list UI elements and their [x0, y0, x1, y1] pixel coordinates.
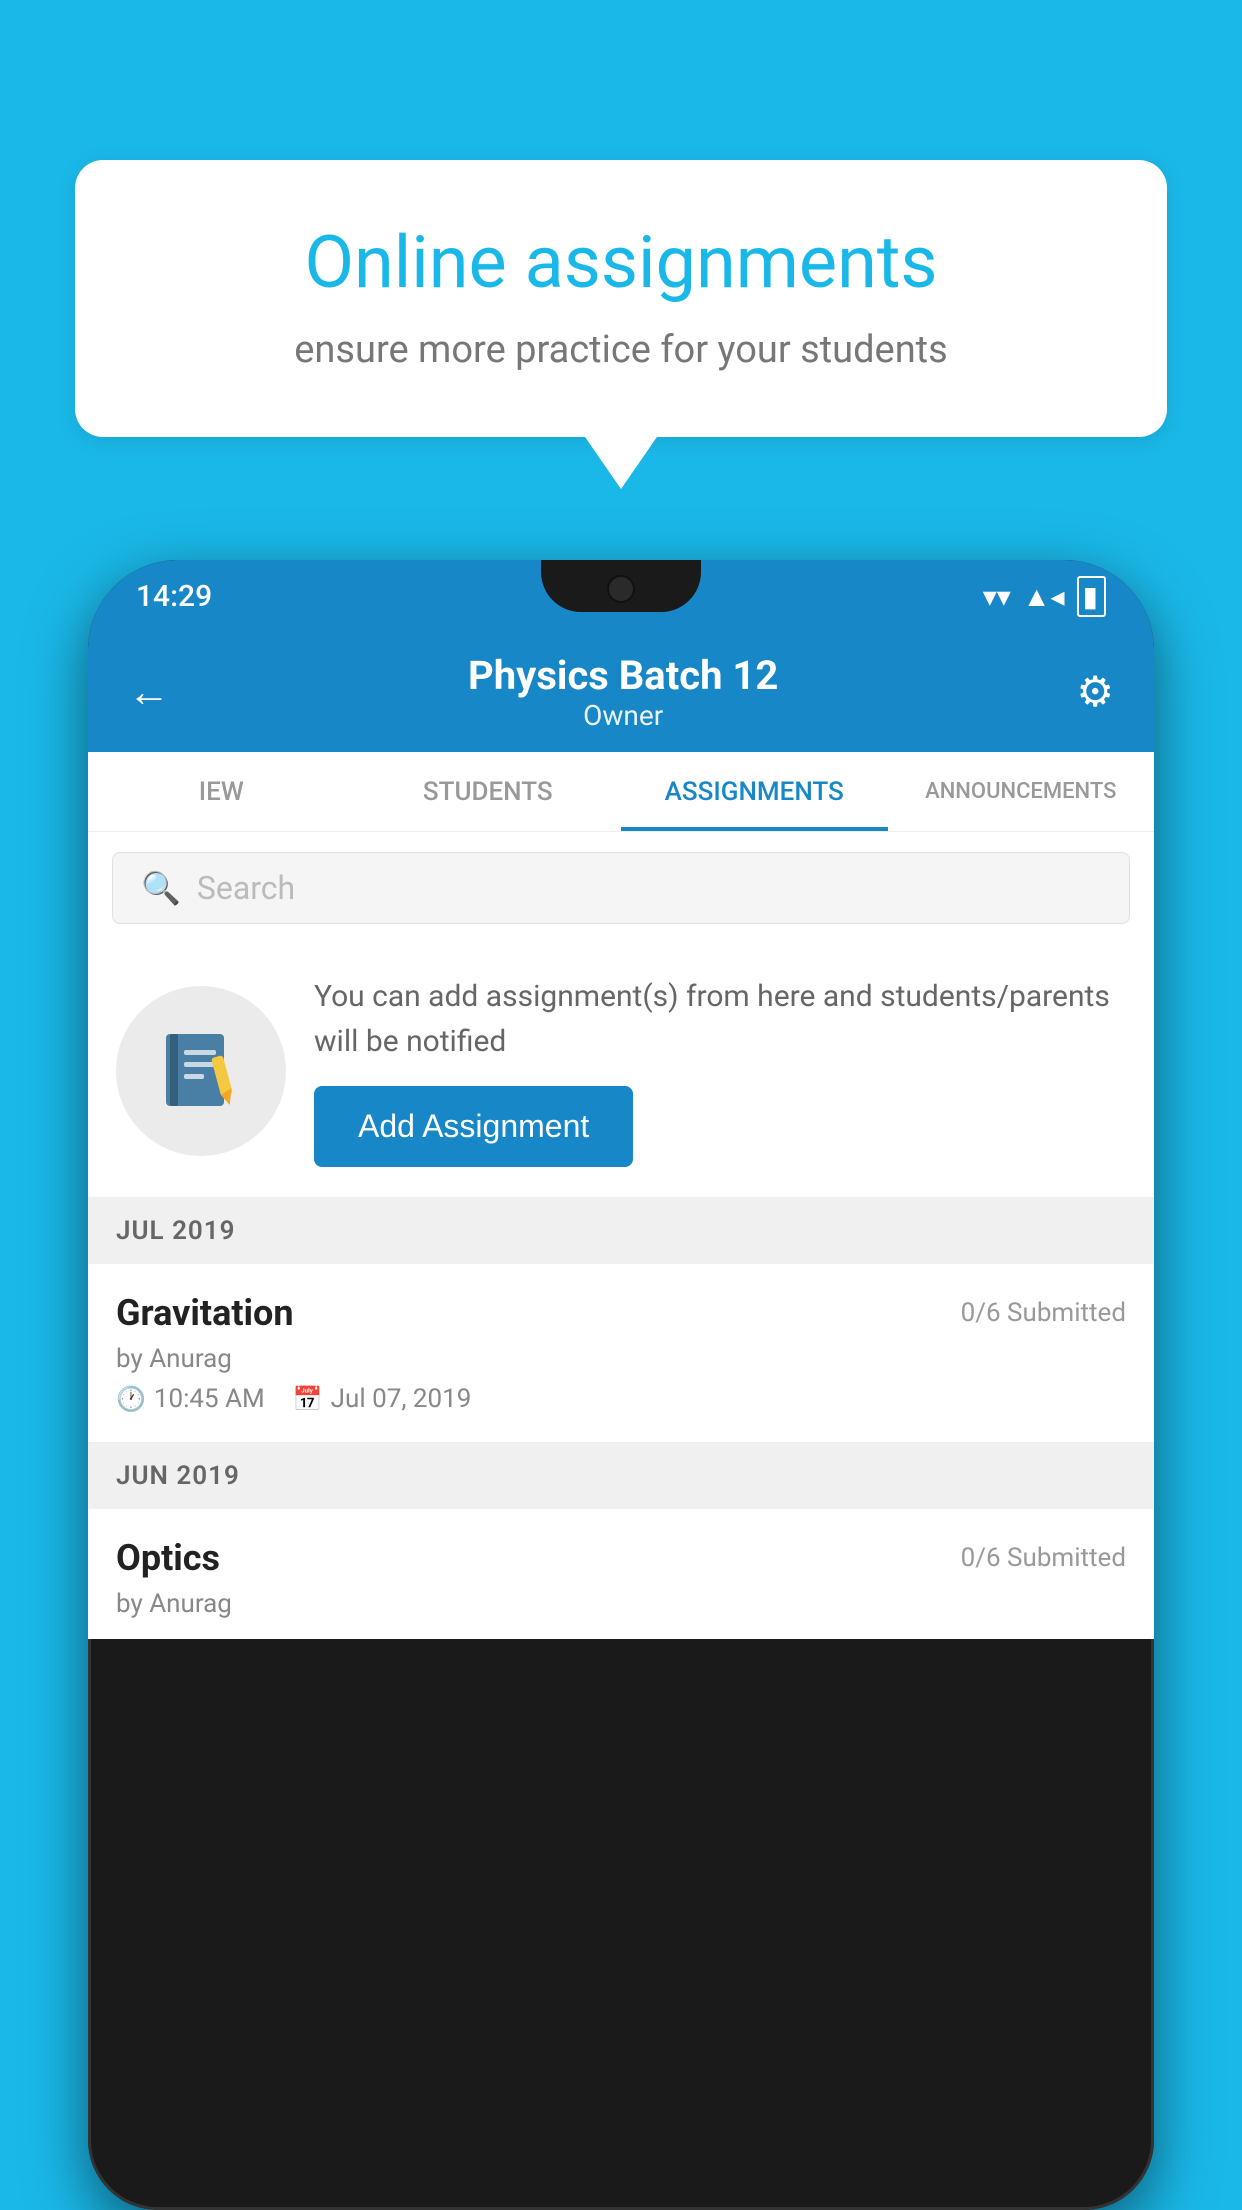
search-placeholder: Search — [197, 869, 295, 907]
tab-item-assignments[interactable]: ASSIGNMENTS — [621, 752, 888, 831]
assignment-date-value: Jul 07, 2019 — [331, 1384, 472, 1414]
notch-camera — [607, 575, 635, 603]
speech-bubble: Online assignments ensure more practice … — [75, 160, 1167, 437]
assignment-submitted-gravitation: 0/6 Submitted — [961, 1298, 1126, 1328]
tab-item-overview[interactable]: IEW — [88, 752, 355, 831]
app-header: ← Physics Batch 12 Owner ⚙ — [88, 632, 1154, 752]
speech-bubble-subtitle: ensure more practice for your students — [145, 328, 1097, 372]
search-bar[interactable]: 🔍 Search — [112, 852, 1130, 924]
assignment-meta-gravitation: 🕐 10:45 AM 📅 Jul 07, 2019 — [116, 1384, 1126, 1414]
assignment-submitted-optics: 0/6 Submitted — [961, 1543, 1126, 1573]
notch — [541, 560, 701, 612]
speech-bubble-container: Online assignments ensure more practice … — [75, 160, 1167, 437]
signal-icon: ▲◂ — [1023, 580, 1065, 613]
promo-right: You can add assignment(s) from here and … — [314, 974, 1126, 1167]
phone-container: 14:29 ▾▾ ▲◂ ▮ ← Physics Batch 12 Owner ⚙ — [88, 560, 1154, 2208]
app-background: Online assignments ensure more practice … — [0, 0, 1242, 2208]
section-header-jul: JUL 2019 — [88, 1198, 1154, 1264]
settings-icon[interactable]: ⚙ — [1076, 667, 1114, 717]
speech-bubble-title: Online assignments — [145, 220, 1097, 306]
screen-content: 🔍 Search — [88, 832, 1154, 1639]
assignment-time-value: 10:45 AM — [154, 1384, 265, 1414]
assignment-name-gravitation: Gravitation — [116, 1292, 294, 1334]
wifi-icon: ▾▾ — [983, 580, 1011, 613]
search-bar-container: 🔍 Search — [88, 832, 1154, 944]
header-subtitle: Owner — [468, 699, 778, 732]
tab-item-students[interactable]: STUDENTS — [355, 752, 622, 831]
promo-text: You can add assignment(s) from here and … — [314, 974, 1126, 1064]
assignment-by-gravitation: by Anurag — [116, 1344, 1126, 1374]
add-assignment-promo: You can add assignment(s) from here and … — [88, 944, 1154, 1198]
battery-icon: ▮ — [1077, 576, 1106, 617]
calendar-icon: 📅 — [293, 1385, 323, 1413]
header-center: Physics Batch 12 Owner — [468, 652, 778, 732]
assignment-item-gravitation[interactable]: Gravitation 0/6 Submitted by Anurag 🕐 10… — [88, 1264, 1154, 1443]
assignment-time: 🕐 10:45 AM — [116, 1384, 265, 1414]
tab-bar: IEW STUDENTS ASSIGNMENTS ANNOUNCEMENTS — [88, 752, 1154, 832]
status-time: 14:29 — [136, 579, 212, 614]
back-button[interactable]: ← — [128, 668, 170, 717]
tab-item-announcements[interactable]: ANNOUNCEMENTS — [888, 752, 1155, 831]
assignment-date: 📅 Jul 07, 2019 — [293, 1384, 472, 1414]
assignment-item-optics[interactable]: Optics 0/6 Submitted by Anurag — [88, 1509, 1154, 1639]
clock-icon: 🕐 — [116, 1385, 146, 1413]
header-title: Physics Batch 12 — [468, 652, 778, 699]
assignment-name-optics: Optics — [116, 1537, 220, 1579]
assignment-row-top: Gravitation 0/6 Submitted — [116, 1292, 1126, 1334]
assignment-by-optics: by Anurag — [116, 1589, 1126, 1619]
status-icons: ▾▾ ▲◂ ▮ — [983, 576, 1106, 617]
optics-row-top: Optics 0/6 Submitted — [116, 1537, 1126, 1579]
search-icon: 🔍 — [141, 869, 181, 907]
status-bar: 14:29 ▾▾ ▲◂ ▮ — [88, 560, 1154, 632]
add-assignment-button[interactable]: Add Assignment — [314, 1086, 633, 1167]
phone-frame: 14:29 ▾▾ ▲◂ ▮ ← Physics Batch 12 Owner ⚙ — [88, 560, 1154, 2210]
section-header-jun: JUN 2019 — [88, 1443, 1154, 1509]
assignment-icon-circle — [116, 986, 286, 1156]
